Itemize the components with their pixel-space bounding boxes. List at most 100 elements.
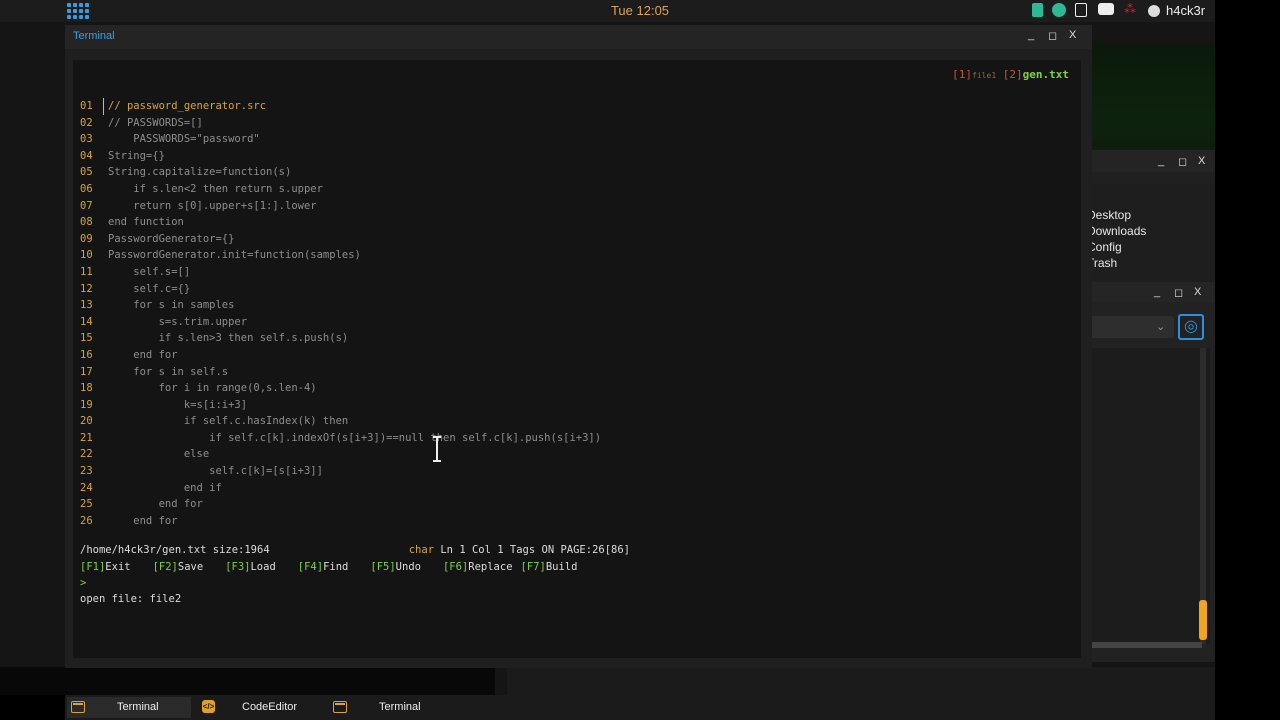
maximize-button[interactable]: ◻ — [1048, 29, 1057, 42]
code-text[interactable]: for i in range(0,s.len-4) — [108, 380, 317, 397]
maximize-button[interactable]: ◻ — [1178, 155, 1187, 168]
code-line[interactable]: 08 end function — [80, 214, 601, 231]
code-line[interactable]: 16 end for — [80, 347, 601, 364]
function-key-label: Replace — [468, 561, 513, 573]
code-text[interactable]: // password_generator.src — [108, 98, 266, 115]
code-line[interactable]: 10 PasswordGenerator.init=function(sample… — [80, 247, 601, 264]
code-text[interactable]: if self.c[k].indexOf(s[i+3])==null then … — [108, 430, 601, 447]
code-text[interactable]: return s[0].upper+s[1:].lower — [108, 198, 316, 215]
username[interactable]: h4ck3r — [1166, 3, 1205, 18]
command-prompt[interactable]: > — [80, 577, 86, 589]
file-tab-2[interactable]: gen.txt — [1023, 68, 1069, 81]
file-tab-2-number[interactable]: [2] — [1003, 68, 1023, 81]
code-text[interactable]: self.c[k]=[s[i+3]] — [108, 463, 323, 480]
minimize-button[interactable]: _ — [1158, 155, 1164, 167]
minimize-button[interactable]: _ — [1028, 29, 1034, 41]
function-key-build[interactable]: [F7]Build — [521, 561, 578, 573]
code-line[interactable]: 02 // PASSWORDS=[] — [80, 115, 601, 132]
alert-icon[interactable]: ⁂ — [1124, 3, 1140, 15]
code-text[interactable]: self.s=[] — [108, 264, 190, 281]
code-text[interactable]: end if — [108, 480, 222, 497]
code-line[interactable]: 07 return s[0].upper+s[1:].lower — [80, 198, 601, 215]
code-text[interactable]: s=s.trim.upper — [108, 314, 248, 331]
help-lifebuoy-icon[interactable]: ◎ — [1178, 314, 1204, 340]
code-text[interactable]: if s.len>3 then self.s.push(s) — [108, 330, 349, 347]
code-text[interactable]: end for — [108, 347, 177, 364]
code-text[interactable]: end function — [108, 214, 184, 231]
line-number: 23 — [80, 465, 93, 478]
code-line[interactable]: 11 self.s=[] — [80, 264, 601, 281]
code-text[interactable]: self.c={} — [108, 281, 190, 298]
line-number: 26 — [80, 514, 93, 527]
background-window-titlebar[interactable]: _ ◻ X — [1092, 282, 1215, 302]
code-line[interactable]: 03 PASSWORDS="password" — [80, 131, 601, 148]
code-line[interactable]: 22 else — [80, 446, 601, 463]
taskbar-item-terminal-2[interactable]: Terminal — [329, 697, 453, 718]
code-text[interactable]: for s in samples — [108, 297, 234, 314]
sidebar-item-config[interactable]: Config — [1087, 240, 1122, 254]
code-text[interactable]: end for — [108, 496, 203, 513]
code-line[interactable]: 24 end if — [80, 480, 601, 497]
scrollbar-thumb[interactable] — [1199, 600, 1207, 640]
code-line[interactable]: 19 k=s[i:i+3] — [80, 397, 601, 414]
chat-icon[interactable] — [1098, 3, 1114, 15]
code-text[interactable]: PasswordGenerator.init=function(samples) — [108, 247, 361, 264]
minimize-button[interactable]: _ — [1154, 286, 1160, 298]
close-button[interactable]: X — [1198, 155, 1205, 167]
code-line[interactable]: 04 String={} — [80, 148, 601, 165]
sidebar-item-downloads[interactable]: Downloads — [1087, 224, 1146, 238]
code-text[interactable]: end for — [108, 513, 177, 530]
code-line[interactable]: 23 self.c[k]=[s[i+3]] — [80, 463, 601, 480]
code-line[interactable]: 20 if self.c.hasIndex(k) then — [80, 413, 601, 430]
file-manager-titlebar[interactable]: _ ◻ X — [1092, 150, 1215, 172]
tray-app-icon[interactable] — [1032, 3, 1043, 17]
code-line[interactable]: 14 s=s.trim.upper — [80, 314, 601, 331]
code-text[interactable]: k=s[i:i+3] — [108, 397, 247, 414]
code-text[interactable]: String={} — [108, 148, 165, 165]
horizontal-scrollbar[interactable] — [1092, 642, 1202, 648]
code-text[interactable]: // PASSWORDS=[] — [108, 115, 203, 132]
maximize-button[interactable]: ◻ — [1174, 286, 1183, 299]
user-icon[interactable] — [1148, 5, 1160, 17]
code-text[interactable]: for s in self.s — [108, 364, 228, 381]
terminal-titlebar[interactable]: Terminal _ ◻ X — [65, 25, 1092, 49]
code-line[interactable]: 26 end for — [80, 513, 601, 530]
code-line[interactable]: 17 for s in self.s — [80, 364, 601, 381]
taskbar-item-label: Terminal — [117, 701, 159, 713]
code-line[interactable]: 01 // password_generator.src — [80, 98, 601, 115]
code-line[interactable]: 05 String.capitalize=function(s) — [80, 164, 601, 181]
code-text[interactable]: PASSWORDS="password" — [108, 131, 259, 148]
function-key-code: [F4] — [297, 561, 324, 573]
function-key-find[interactable]: [F4]Find — [298, 561, 349, 573]
code-line[interactable]: 06 if s.len<2 then return s.upper — [80, 181, 601, 198]
function-key-replace[interactable]: [F6]Replace — [443, 561, 513, 573]
code-line[interactable]: 21 if self.c[k].indexOf(s[i+3])==null th… — [80, 430, 601, 447]
code-text[interactable]: if s.len<2 then return s.upper — [108, 181, 323, 198]
code-editor[interactable]: 01 // password_generator.src 02 // PASSWORD… — [80, 98, 601, 529]
terminal-body[interactable]: [1]file1 [2]gen.txt 01 // password_genera… — [73, 60, 1081, 658]
taskbar-item-terminal[interactable]: Terminal — [67, 697, 191, 718]
code-line[interactable]: 25 end for — [80, 496, 601, 513]
function-key-save[interactable]: [F2]Save — [153, 561, 204, 573]
network-icon[interactable] — [1052, 3, 1066, 17]
code-line[interactable]: 15 if s.len>3 then self.s.push(s) — [80, 330, 601, 347]
code-line[interactable]: 09 PasswordGenerator={} — [80, 231, 601, 248]
sidebar-item-desktop[interactable]: Desktop — [1087, 208, 1131, 222]
code-line[interactable]: 12 self.c={} — [80, 281, 601, 298]
clipboard-icon[interactable] — [1075, 3, 1087, 17]
close-button[interactable]: X — [1069, 29, 1076, 41]
function-key-undo[interactable]: [F5]Undo — [370, 561, 421, 573]
function-key-load[interactable]: [F3]Load — [225, 561, 276, 573]
code-text[interactable]: PasswordGenerator={} — [108, 231, 234, 248]
file-tab-1[interactable]: file1 — [972, 71, 996, 80]
code-line[interactable]: 13 for s in samples — [80, 297, 601, 314]
taskbar-item-codeeditor[interactable]: </> CodeEditor — [197, 697, 321, 718]
code-text[interactable]: else — [108, 446, 209, 463]
code-text[interactable]: String.capitalize=function(s) — [108, 164, 291, 181]
file-tabs: [1]file1 [2]gen.txt — [952, 68, 1069, 81]
file-tab-1-number[interactable]: [1] — [952, 68, 972, 81]
close-button[interactable]: X — [1194, 286, 1201, 298]
function-key-exit[interactable]: [F1]Exit — [80, 561, 131, 573]
code-line[interactable]: 18 for i in range(0,s.len-4) — [80, 380, 601, 397]
code-text[interactable]: if self.c.hasIndex(k) then — [108, 413, 348, 430]
